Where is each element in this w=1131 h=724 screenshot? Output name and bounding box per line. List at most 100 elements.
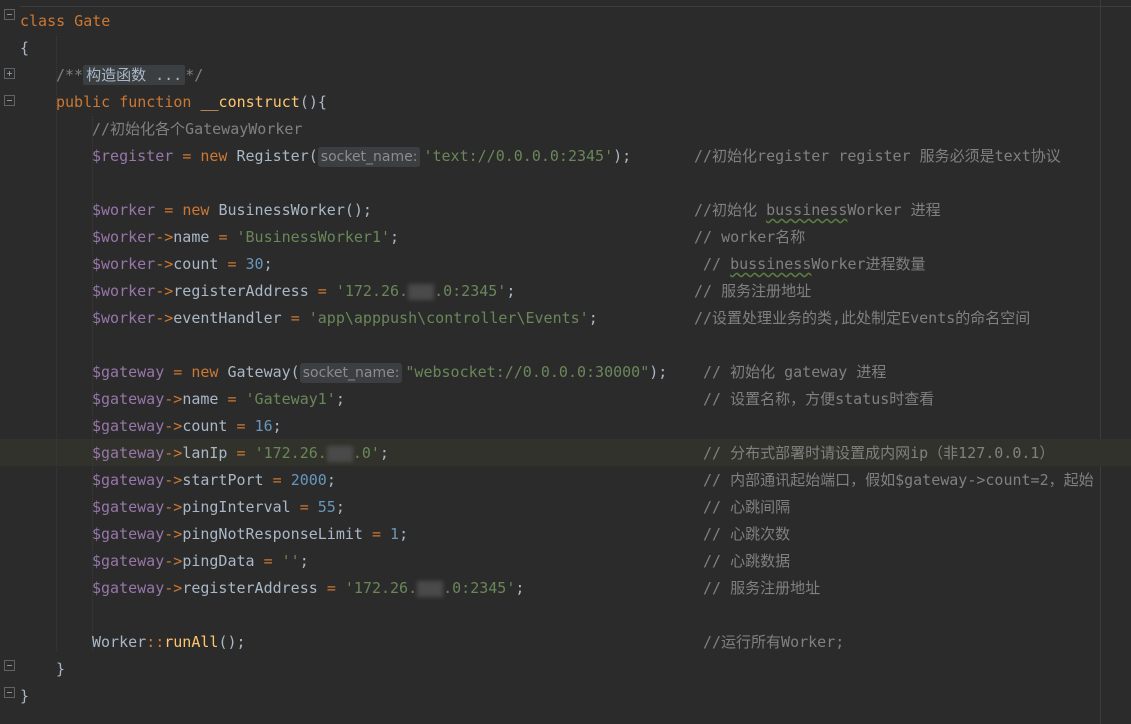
fold-end-icon[interactable] [4, 660, 15, 671]
number-literal: 55 [317, 498, 336, 516]
brace: } [20, 687, 30, 705]
variable: $gateway [92, 390, 165, 408]
string-literal: .0:2345' [434, 282, 507, 300]
comment: //运行所有Worker; [703, 633, 845, 651]
code-line-comment[interactable]: // 设置名称，方便status时查看 [703, 386, 934, 413]
variable: $gateway [92, 444, 165, 462]
code-editor[interactable]: class Gate { /** 构造函数 ... */ public functi… [0, 0, 1131, 724]
comment: // 服务注册地址 [703, 579, 821, 597]
code-line-comment[interactable]: //初始化 bussinessWorker 进程 [694, 197, 941, 224]
new-keyword: new [191, 363, 219, 381]
code-line-comment[interactable]: // worker名称 [694, 224, 805, 251]
property: startPort [182, 471, 264, 489]
code-line-comment[interactable]: // 内部通讯起始端口，假如$gateway->count=2，起始 [703, 467, 1131, 494]
comment: // worker名称 [694, 228, 806, 246]
comment: //初始化 [694, 201, 767, 219]
string-literal: '172.26. [344, 579, 418, 597]
number-literal: 30 [245, 255, 264, 273]
variable: $gateway [92, 525, 165, 543]
fold-end-icon[interactable] [4, 687, 15, 698]
comment: // 服务注册地址 [694, 282, 812, 300]
property: count [182, 417, 228, 435]
property: count [173, 255, 219, 273]
code-line[interactable]: $gateway->startPort = 2000; [92, 467, 336, 494]
code-line[interactable]: $gateway->pingData = ''; [92, 548, 309, 575]
code-line[interactable]: $gateway->pingInterval = 55; [92, 494, 345, 521]
code-line[interactable]: $gateway->count = 16; [92, 413, 282, 440]
property: name [182, 390, 219, 408]
variable: $worker [92, 282, 156, 300]
number-literal: 16 [254, 417, 273, 435]
code-line[interactable]: } [20, 683, 29, 710]
comment: // 初始化 gateway 进程 [703, 363, 887, 381]
property: registerAddress [182, 579, 318, 597]
comment: // [703, 255, 731, 273]
comment: //初始化register register 服务必须是text协议 [694, 147, 1061, 165]
brace: { [20, 39, 30, 57]
variable: $register [92, 147, 174, 165]
new-keyword: new [182, 201, 210, 219]
property: pingData [182, 552, 255, 570]
code-line-comment[interactable]: // 心跳次数 [703, 521, 790, 548]
fold-collapse-icon[interactable] [4, 95, 15, 106]
fold-expand-icon[interactable] [4, 68, 15, 79]
string-literal: .0:2345' [443, 579, 516, 597]
variable: $gateway [92, 498, 165, 516]
variable: $worker [92, 228, 156, 246]
editor-gutter[interactable] [0, 0, 20, 724]
comment: Worker进程数量 [811, 255, 926, 273]
doc-comment-start: /** [56, 66, 84, 84]
code-line-comment[interactable]: // 心跳数据 [703, 548, 790, 575]
code-line[interactable]: $worker->eventHandler = 'app\apppush\con… [92, 305, 598, 332]
code-line[interactable]: $gateway = new Gateway(socket_name: "webs… [92, 359, 667, 386]
editor-top-border [20, 6, 1131, 7]
code-line-comment[interactable]: // 心跳间隔 [703, 494, 790, 521]
code-line[interactable]: { [20, 35, 29, 62]
comment: // 心跳次数 [703, 525, 791, 543]
class-keyword: class Gate [20, 12, 111, 30]
code-line[interactable]: $gateway->registerAddress = '172.26. .0:2… [92, 575, 524, 602]
code-line[interactable]: $worker->registerAddress = '172.26. .0:23… [92, 278, 515, 305]
property: registerAddress [173, 282, 309, 300]
code-line-current[interactable]: $gateway->lanIp = '172.26. .0'; [92, 440, 389, 467]
string-literal: "websocket://0.0.0.0:30000" [405, 363, 650, 381]
property: pingInterval [182, 498, 291, 516]
code-line[interactable]: Worker::runAll(); [92, 629, 246, 656]
code-line[interactable]: /** 构造函数 ... */ [56, 62, 203, 89]
comment: // 分布式部署时请设置成内网ip（非127.0.0.1） [703, 444, 1055, 462]
code-line-comment[interactable]: // 服务注册地址 [694, 278, 811, 305]
fold-collapse-icon[interactable] [4, 9, 15, 20]
comment: //初始化各个GatewayWorker [92, 120, 303, 138]
comment: Worker 进程 [847, 201, 941, 219]
code-line[interactable]: public function __construct(){ [56, 89, 327, 116]
code-line[interactable]: class Gate [20, 8, 110, 35]
code-line[interactable]: $register = new Register(socket_name:'te… [92, 143, 631, 170]
comment: // 设置名称，方便status时查看 [703, 390, 935, 408]
string-literal: 'text://0.0.0.0:2345' [423, 147, 614, 165]
code-line[interactable]: $worker->name = 'BusinessWorker1'; [92, 224, 399, 251]
code-line-comment[interactable]: // 初始化 gateway 进程 [703, 359, 886, 386]
indent-guide [56, 36, 57, 652]
code-line-comment[interactable]: //运行所有Worker; [703, 629, 844, 656]
class-call: Gateway( [227, 363, 300, 381]
code-line[interactable]: $gateway->name = 'Gateway1'; [92, 386, 345, 413]
number-literal: 1 [390, 525, 400, 543]
string-literal: .0' [352, 444, 380, 462]
typo-word: bussiness [730, 255, 812, 273]
code-line[interactable]: //初始化各个GatewayWorker [92, 116, 302, 143]
comment: // 内部通讯起始端口，假如$gateway->count=2，起始 [703, 471, 1094, 489]
code-line-comment[interactable]: //初始化register register 服务必须是text协议 [694, 143, 1061, 170]
code-line[interactable]: } [56, 656, 65, 683]
code-line-comment[interactable]: // bussinessWorker进程数量 [703, 251, 926, 278]
code-line-comment[interactable]: // 服务注册地址 [703, 575, 820, 602]
code-line[interactable]: $gateway->pingNotResponseLimit = 1; [92, 521, 408, 548]
code-line[interactable]: $worker->count = 30; [92, 251, 273, 278]
class-call: BusinessWorker(); [218, 201, 372, 219]
folded-doc-comment[interactable]: 构造函数 ... [83, 65, 186, 85]
code-line[interactable]: $worker = new BusinessWorker(); [92, 197, 372, 224]
code-line-comment[interactable]: //设置处理业务的类,此处制定Events的命名空间 [694, 305, 1030, 332]
variable: $gateway [92, 552, 165, 570]
code-line-comment[interactable]: // 分布式部署时请设置成内网ip（非127.0.0.1） [703, 440, 1054, 467]
number-literal: 2000 [290, 471, 327, 489]
redacted-ip-segment [417, 580, 444, 597]
